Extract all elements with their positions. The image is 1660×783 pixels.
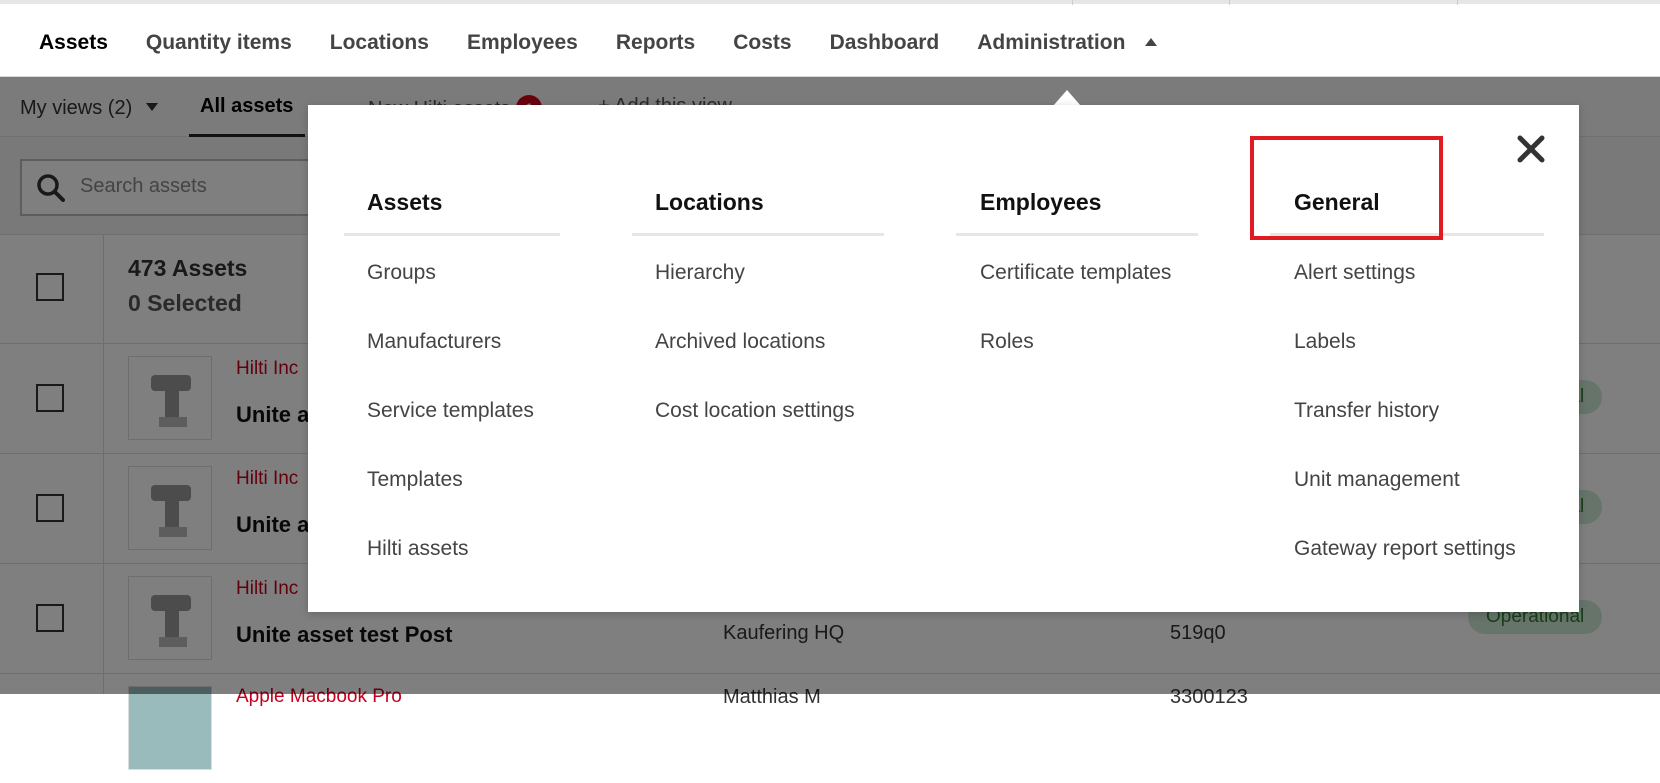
divider (956, 233, 1198, 236)
administration-menu-panel: Assets Groups Manufacturers Service temp… (308, 105, 1579, 612)
topbar-divider (1072, 0, 1073, 5)
nav-tab-label: Quantity items (145, 31, 292, 54)
topbar-divider (1229, 0, 1230, 5)
nav-tab-locations[interactable]: Locations (311, 8, 448, 80)
menu-link-transfer-history[interactable]: Transfer history (1294, 399, 1439, 423)
nav-tab-label: Employees (466, 31, 578, 54)
menu-link-labels[interactable]: Labels (1294, 330, 1356, 354)
annotation-highlight-box (1250, 136, 1443, 240)
nav-tab-quantity-items[interactable]: Quantity items (127, 8, 311, 80)
menu-link-archived-locations[interactable]: Archived locations (655, 330, 825, 354)
menu-link-alert-settings[interactable]: Alert settings (1294, 261, 1415, 285)
caret-up-icon (1145, 38, 1158, 46)
menu-link-hierarchy[interactable]: Hierarchy (655, 261, 745, 285)
menu-column-title: Assets (367, 189, 443, 215)
menu-link-certificate-templates[interactable]: Certificate templates (980, 261, 1171, 285)
nav-tab-employees[interactable]: Employees (448, 8, 597, 80)
top-navigation: Assets Quantity items Locations Employee… (0, 0, 1660, 81)
nav-tab-label: Dashboard (829, 31, 940, 54)
nav-tab-costs[interactable]: Costs (714, 8, 810, 80)
nav-tab-label: Locations (329, 31, 429, 54)
menu-link-hilti-assets[interactable]: Hilti assets (367, 537, 469, 561)
nav-tab-label: Reports (615, 31, 696, 54)
nav-tab-assets[interactable]: Assets (20, 8, 127, 81)
menu-link-roles[interactable]: Roles (980, 330, 1034, 354)
menu-link-manufacturers[interactable]: Manufacturers (367, 330, 501, 354)
menu-link-service-templates[interactable]: Service templates (367, 399, 534, 423)
nav-tab-reports[interactable]: Reports (597, 8, 714, 80)
nav-tab-label: Costs (733, 31, 792, 54)
menu-link-groups[interactable]: Groups (367, 261, 436, 285)
nav-tab-label: Administration (977, 31, 1126, 54)
menu-column-title: Locations (655, 189, 764, 215)
menu-link-unit-management[interactable]: Unit management (1294, 468, 1460, 492)
asset-thumbnail (128, 686, 212, 770)
nav-tab-dashboard[interactable]: Dashboard (811, 8, 959, 80)
topbar-divider (1457, 0, 1458, 5)
menu-link-gateway-report-settings[interactable]: Gateway report settings (1294, 537, 1516, 561)
nav-tab-label: Assets (39, 31, 108, 54)
panel-pointer (1053, 90, 1081, 106)
close-icon[interactable] (1513, 131, 1549, 167)
menu-column-title: Employees (980, 189, 1102, 215)
divider (632, 233, 884, 236)
main-nav: Assets Quantity items Locations Employee… (20, 8, 1176, 81)
divider (344, 233, 560, 236)
menu-link-templates[interactable]: Templates (367, 468, 463, 492)
menu-link-cost-location-settings[interactable]: Cost location settings (655, 399, 855, 423)
nav-tab-administration[interactable]: Administration (958, 8, 1176, 80)
